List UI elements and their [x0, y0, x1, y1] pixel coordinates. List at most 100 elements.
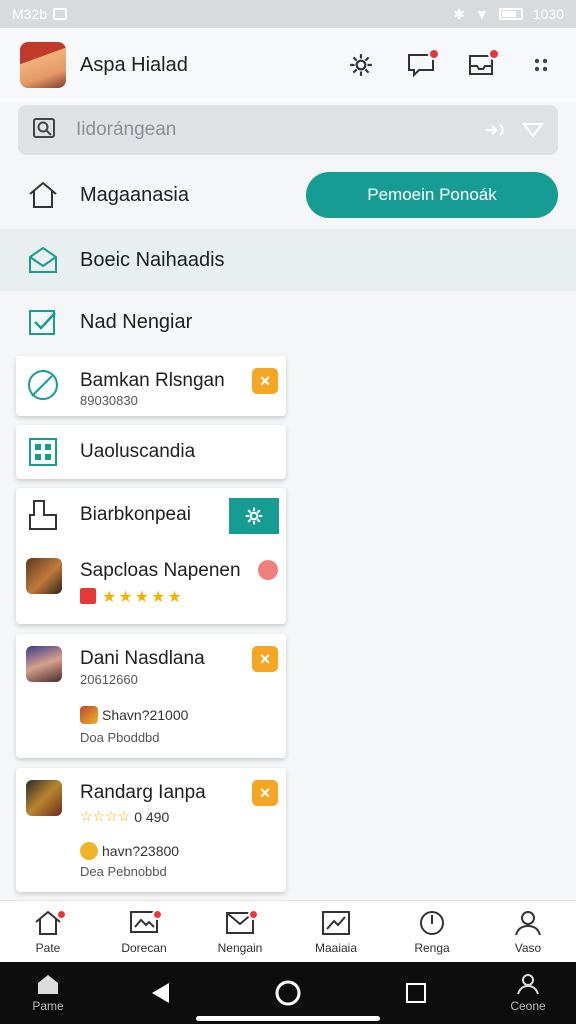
nav-label: Pate	[35, 940, 61, 955]
settings-button[interactable]	[229, 498, 279, 534]
mini-text: Shavn?21000	[102, 707, 189, 723]
menu-row-inbox-label: Boeic Naihaadis	[80, 248, 225, 271]
system-profile-tab[interactable]: Ceone	[480, 973, 576, 1013]
status-bar: M32b ✱ ▼ 1030	[0, 0, 576, 28]
card-subtitle: 20612660	[80, 672, 138, 687]
checkbox-icon	[26, 305, 60, 339]
status-time-left: M32b	[12, 6, 48, 22]
leaf-icon	[28, 370, 58, 400]
gear-icon	[245, 507, 263, 525]
card-subtitle: 89030830	[80, 393, 138, 408]
nav-item-mail[interactable]: Nengain	[192, 901, 288, 962]
status-time-right: 1030	[532, 6, 564, 22]
menu-row-tasks[interactable]: Nad Nengiar	[0, 291, 576, 353]
nav-item-stats[interactable]: Maaiaia	[288, 901, 384, 962]
close-button[interactable]: ×	[252, 780, 278, 806]
mini-thumbnail	[80, 842, 98, 860]
search-input[interactable]	[76, 119, 484, 141]
gear-icon	[350, 54, 372, 76]
messages-badge	[428, 48, 440, 60]
close-button[interactable]: ×	[252, 646, 278, 672]
inbox-button[interactable]	[466, 48, 500, 80]
gesture-bar	[196, 1016, 380, 1021]
thumbnail	[26, 780, 62, 816]
system-profile-label: Ceone	[510, 999, 546, 1013]
messages-button[interactable]	[406, 48, 440, 80]
nav-item-profile[interactable]: Vaso	[480, 901, 576, 962]
thumbnail	[26, 646, 62, 682]
star-rating: ★ ★ ★ ★ ★	[102, 587, 182, 607]
system-home-tab[interactable]: Pame	[0, 973, 96, 1013]
avatar[interactable]	[20, 42, 66, 88]
card-item[interactable]: Biarbkonpeai Sapcloas Napenen ★ ★ ★ ★ ★	[16, 488, 286, 624]
flag-icon	[80, 588, 96, 604]
card-item[interactable]: Dani Nasdlana 20612660 × Shavn?21000 Doa…	[16, 634, 286, 758]
mini-text: havn?23800	[102, 843, 180, 859]
card-item[interactable]: Bamkan Rlsngan 89030830 ×	[16, 356, 286, 416]
back-button[interactable]	[96, 981, 224, 1005]
nav-badge	[247, 909, 259, 920]
card-item[interactable]: Randarg Ianpa ☆☆☆☆ 0 490 × havn?23800 De…	[16, 768, 286, 892]
star-icon: ★	[167, 589, 182, 606]
close-button[interactable]: ×	[252, 368, 278, 394]
settings-button[interactable]	[346, 50, 376, 80]
inbox-badge	[488, 48, 500, 60]
star-icon: ★	[118, 589, 133, 606]
recents-button[interactable]	[352, 982, 480, 1004]
chart-icon	[322, 910, 350, 935]
outline-stars-icon: ☆☆☆☆	[80, 808, 131, 824]
menu-row-home-label: Magaanasia	[80, 183, 189, 206]
card-footer: Dea Pebnobbd	[80, 864, 167, 879]
bottom-nav: Pate Dorecan Nengain Maaiaia Renga Vaso	[0, 900, 576, 962]
card-title: Bamkan Rlsngan	[80, 370, 225, 391]
home-outline-icon	[26, 178, 60, 212]
notification-icon	[53, 8, 68, 20]
card-title: Dani Nasdlana	[80, 648, 205, 669]
star-icon: ★	[151, 589, 166, 606]
clock-icon	[420, 910, 444, 935]
thumbnail	[26, 558, 62, 594]
home-button[interactable]	[224, 979, 352, 1007]
card-title: Uaoluscandia	[80, 441, 196, 462]
card-title: Biarbkonpeai	[80, 504, 191, 525]
person-filled-icon	[517, 974, 539, 995]
nav-label: Maaiaia	[314, 940, 358, 955]
bluetooth-icon: ✱	[453, 5, 465, 22]
house-filled-icon	[38, 975, 58, 994]
app-title: Aspa Hialad	[80, 53, 188, 76]
nav-item-home[interactable]: Pate	[0, 901, 96, 962]
card-title: Randarg Ianpa	[80, 782, 206, 803]
mail-open-icon	[26, 243, 60, 277]
search-bar	[18, 105, 558, 155]
mini-info: Shavn?21000	[80, 706, 188, 724]
nav-label: Renga	[414, 940, 450, 955]
more-button[interactable]	[526, 50, 556, 80]
mini-info: havn?23800	[80, 842, 179, 860]
card-footer: Doa Pboddbd	[80, 730, 160, 745]
star-icon: ★	[102, 589, 117, 606]
dots-grid-icon	[534, 58, 548, 72]
document-icon	[29, 500, 57, 530]
primary-action-button[interactable]: Pemoein Ponoák	[306, 172, 558, 218]
wifi-icon: ▼	[474, 6, 489, 22]
nav-item-gallery[interactable]: Dorecan	[96, 901, 192, 962]
mini-thumbnail	[80, 706, 98, 724]
star-icon: ★	[134, 589, 150, 606]
nav-item-clock[interactable]: Renga	[384, 901, 480, 962]
card-item[interactable]: Uaoluscandia	[16, 425, 286, 479]
nav-label: Dorecan	[121, 940, 167, 955]
profile-icon	[515, 910, 541, 935]
status-dot	[258, 560, 278, 580]
search-icon	[33, 118, 55, 138]
grid-icon	[29, 438, 57, 466]
back-triangle-icon	[152, 983, 169, 1003]
voice-icon[interactable]	[484, 122, 508, 138]
nav-badge	[55, 909, 67, 920]
nav-badge	[151, 909, 163, 920]
nav-label: Vaso	[514, 940, 542, 955]
nav-label: Nengain	[217, 940, 263, 955]
card-item-title: Sapcloas Napenen	[80, 560, 241, 581]
home-circle-icon	[275, 980, 301, 1006]
menu-row-inbox[interactable]: Boeic Naihaadis	[0, 229, 576, 291]
chevron-down-icon[interactable]	[522, 122, 544, 138]
